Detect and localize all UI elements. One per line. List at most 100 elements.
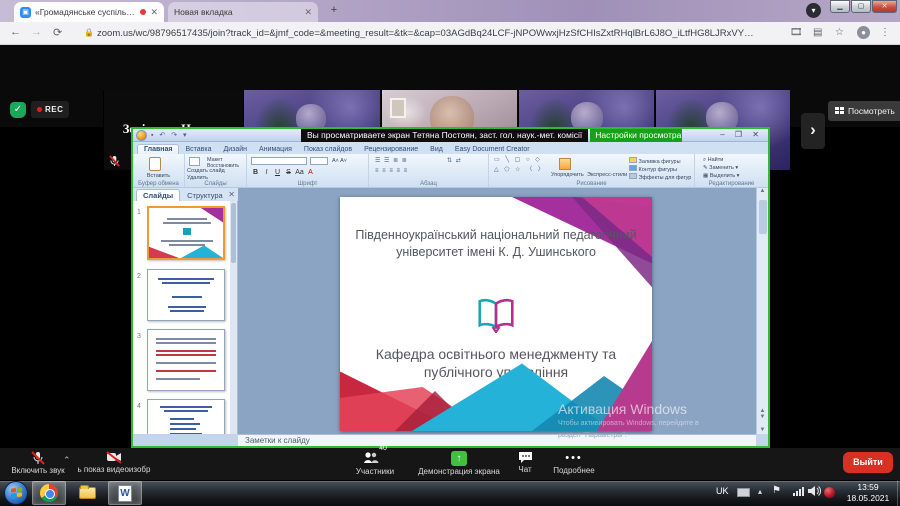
tray-expand-icon[interactable]: ▴ <box>758 487 762 506</box>
strikethrough-button[interactable]: S <box>284 169 293 176</box>
arrange-icon[interactable] <box>559 158 571 170</box>
find-button[interactable]: ⌕ Найти <box>703 157 723 164</box>
new-tab-button[interactable]: + <box>327 4 341 18</box>
slide-thumbnail[interactable] <box>147 206 225 260</box>
italic-button[interactable]: I <box>262 169 271 176</box>
shadow-button[interactable]: Aa <box>295 169 304 176</box>
start-button[interactable] <box>4 481 28 505</box>
window-maximize-button[interactable]: ▢ <box>851 0 871 13</box>
ppt-window-controls[interactable]: – ❐ ✕ <box>720 130 763 139</box>
quick-styles-button[interactable]: Экспресс-стили <box>587 172 627 178</box>
translate-icon[interactable]: ▤ <box>813 27 822 38</box>
window-close-button[interactable]: ✕ <box>872 0 897 13</box>
arrange-button[interactable]: Упорядочить <box>551 172 584 178</box>
tab-close-icon[interactable]: ✕ <box>304 7 312 18</box>
media-camera-icon[interactable]: 🎞 <box>790 27 803 38</box>
back-icon[interactable]: ← <box>10 26 21 38</box>
pane-scrollbar[interactable] <box>230 201 237 434</box>
ribbon: Вставить Буфер обмена Создать слайд Маке… <box>133 154 768 188</box>
text-direction-buttons[interactable]: ⇅ ⇄ <box>447 157 462 164</box>
shape-fill-button[interactable]: Заливка фигуры <box>629 157 681 165</box>
tab-newtab[interactable]: Новая вкладка ✕ <box>168 2 318 22</box>
network-signal-icon[interactable] <box>793 487 804 506</box>
tab-review[interactable]: Рецензирование <box>358 145 424 154</box>
language-indicator[interactable]: UK <box>716 486 729 506</box>
leave-button[interactable]: Выйти <box>843 452 893 473</box>
font-name-box[interactable] <box>251 157 307 165</box>
person-silhouette <box>296 104 326 132</box>
office-button[interactable] <box>136 130 147 141</box>
volume-icon[interactable] <box>808 485 821 506</box>
tab-easy-document-creator[interactable]: Easy Document Creator <box>449 145 536 154</box>
recording-dot-icon <box>140 9 146 15</box>
underline-button[interactable]: U <box>273 169 282 176</box>
window-minimize-button[interactable]: ▁ <box>830 0 850 13</box>
tab-meeting[interactable]: ▣ «Громадянське суспільство: ✕ <box>14 2 164 22</box>
tab-animation[interactable]: Анимация <box>253 145 298 154</box>
rec-label: REC <box>45 105 63 114</box>
view-button[interactable]: Посмотреть <box>828 101 900 121</box>
tab-design[interactable]: Дизайн <box>218 145 254 154</box>
list-buttons[interactable]: ☰ ☰ ≣ ≣ <box>375 157 408 164</box>
menu-dots-icon[interactable]: ⋮ <box>880 27 890 38</box>
pane-tabs: Слайды Структура ✕ <box>133 188 238 201</box>
antivirus-tray-icon[interactable] <box>824 487 835 506</box>
tab-home[interactable]: Главная <box>137 144 179 154</box>
slide-thumbnail[interactable] <box>147 269 225 321</box>
quick-access-toolbar[interactable]: ▪ ↶ ↷ ▾ <box>151 131 189 139</box>
font-color-button[interactable]: A <box>306 169 315 176</box>
shapes-gallery[interactable]: ▭ ╲ ▢ ○ ◇ <box>494 156 542 163</box>
bookmark-star-icon[interactable]: ☆ <box>835 27 844 38</box>
vertical-scrollbar[interactable]: ▲▲▼▼ <box>756 188 768 434</box>
notes-area[interactable]: Заметки к слайду <box>238 434 756 446</box>
more-button[interactable]: ••• Подробнее <box>548 451 600 475</box>
new-slide-icon[interactable] <box>189 157 200 166</box>
padlock-icon[interactable]: 🔒 <box>84 28 94 37</box>
shapes-gallery[interactable]: △ ⬠ ☆ 〈 〉 <box>494 164 546 173</box>
font-size-box[interactable] <box>310 157 328 165</box>
align-buttons[interactable]: ≡ ≡ ≡ ≡ ≡ <box>375 168 408 174</box>
address-bar[interactable]: zoom.us/wc/98796517435/join?track_id=&jm… <box>97 28 757 39</box>
tab-close-icon[interactable]: ✕ <box>150 7 158 18</box>
taskbar-word-button[interactable]: W <box>108 481 142 505</box>
reload-icon[interactable]: ⟳ <box>53 26 62 39</box>
reset-button[interactable]: Восстановить <box>207 163 239 169</box>
pane-tab-slides[interactable]: Слайды <box>136 189 180 201</box>
tab-view[interactable]: Вид <box>424 145 449 154</box>
taskbar-clock[interactable]: 13:59 18.05.2021 <box>840 482 896 505</box>
tab-insert[interactable]: Вставка <box>179 145 217 154</box>
pane-tab-outline[interactable]: Структура <box>181 190 229 201</box>
tab-slideshow[interactable]: Показ слайдов <box>298 145 358 154</box>
keyboard-icon[interactable] <box>737 488 750 506</box>
slide-thumbnail[interactable] <box>147 399 225 434</box>
bold-button[interactable]: B <box>251 169 260 176</box>
profile-avatar[interactable]: ● <box>857 26 870 39</box>
paste-icon[interactable] <box>149 157 161 171</box>
slide-canvas[interactable]: Південноукраїнський національний педагог… <box>340 197 652 431</box>
shape-effects-button[interactable]: Эффекты для фигур <box>629 173 691 181</box>
replace-button[interactable]: ✎ Заменить ▾ <box>703 165 738 171</box>
unmute-button[interactable]: Включить звук <box>8 451 68 475</box>
paste-button[interactable]: Вставить <box>133 173 184 179</box>
group-editing: ⌕ Найти ✎ Заменить ▾ ▦ Выделить ▾ Редакт… <box>695 154 768 187</box>
slide-thumbnail[interactable] <box>147 329 225 391</box>
taskbar-explorer-button[interactable] <box>70 481 104 505</box>
security-shield-icon[interactable]: ✓ <box>10 102 26 118</box>
select-button[interactable]: ▦ Выделить ▾ <box>703 173 739 179</box>
pane-close-icon[interactable]: ✕ <box>228 190 235 199</box>
tab-overflow-button[interactable]: ▾ <box>806 3 821 18</box>
share-screen-button[interactable]: ↑ Демонстрация экрана <box>413 451 505 476</box>
group-drawing: ▭ ╲ ▢ ○ ◇ △ ⬠ ☆ 〈 〉 Упорядочить Экспресс… <box>489 154 695 187</box>
shape-outline-button[interactable]: Контур фигуры <box>629 165 677 173</box>
next-participants-button[interactable]: › <box>801 113 825 149</box>
muted-mic-icon <box>109 155 120 167</box>
taskbar-chrome-button[interactable] <box>32 481 66 505</box>
grow-shrink-font[interactable]: A˄ A˅ <box>332 158 347 164</box>
participants-button[interactable]: 40 Участники <box>340 451 410 476</box>
start-video-button[interactable]: ь показ видеоизобр <box>70 451 158 474</box>
forward-icon[interactable]: → <box>31 26 42 38</box>
notes-placeholder: Заметки к слайду <box>245 436 310 445</box>
view-settings-button[interactable]: Настройки просмотра <box>590 129 682 142</box>
chrome-icon <box>40 484 58 502</box>
chat-button[interactable]: Чат <box>506 451 544 474</box>
